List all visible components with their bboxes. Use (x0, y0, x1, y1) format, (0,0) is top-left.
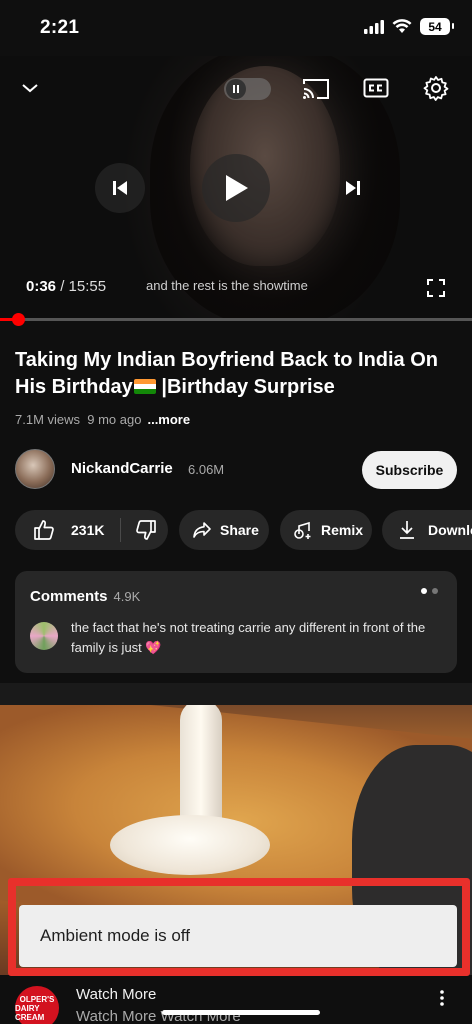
autoplay-pause-icon (226, 79, 246, 99)
thumbs-up-icon[interactable] (33, 519, 55, 541)
video-title[interactable]: Taking My Indian Boyfriend Back to India… (15, 347, 460, 401)
comments-card[interactable]: Comments 4.9K the fact that he's not trea… (15, 571, 457, 673)
ad-info-row[interactable]: OLPER'S DAIRY CREAM Watch More Watch More… (0, 976, 472, 1024)
thumbs-down-icon[interactable] (135, 519, 157, 541)
subtitle-caption: and the rest is the showtime (146, 278, 308, 293)
ad-title[interactable]: Watch More (76, 986, 156, 1003)
settings-button[interactable] (422, 74, 450, 102)
share-button[interactable]: Share (179, 510, 269, 550)
comments-title: Comments (30, 588, 108, 605)
play-icon (226, 175, 248, 201)
closed-captions-icon (363, 78, 389, 98)
channel-avatar[interactable] (15, 449, 55, 489)
top-comment: the fact that he's not treating carrie a… (71, 618, 441, 658)
channel-name[interactable]: NickandCarrie (71, 460, 173, 477)
video-duration: 15:55 (68, 278, 107, 295)
skip-previous-icon (113, 181, 127, 195)
india-flag-icon (133, 379, 156, 394)
download-button[interactable]: Downlo (382, 510, 472, 550)
skip-next-icon (346, 181, 360, 195)
gear-icon (423, 76, 449, 101)
captions-button[interactable] (362, 76, 390, 100)
sparkling-heart-icon: 💖 (145, 640, 162, 655)
current-time: 0:36 (26, 278, 57, 295)
carousel-dot (432, 588, 438, 594)
cream-dollop-image (110, 815, 270, 875)
time-separator: / (56, 278, 69, 295)
share-icon (193, 522, 211, 538)
home-indicator[interactable] (162, 1010, 320, 1015)
more-options-button[interactable] (434, 989, 450, 1007)
subscribe-button[interactable]: Subscribe (362, 451, 457, 489)
comments-header: Comments 4.9K (30, 588, 140, 605)
comments-count: 4.9K (113, 589, 141, 604)
battery-icon: 54 (420, 18, 454, 35)
status-time: 2:21 (40, 17, 80, 38)
like-count[interactable]: 231K (71, 522, 104, 538)
status-icons: 54 (364, 18, 454, 35)
download-label: Downlo (428, 522, 472, 538)
subscriber-count: 6.06M (188, 462, 225, 477)
video-title-tail: |Birthday Surprise (155, 376, 335, 398)
autoplay-toggle[interactable] (224, 78, 271, 100)
cast-icon (303, 79, 329, 99)
advertiser-logo-line1: OLPER'S (19, 994, 55, 1004)
cellular-signal-icon (364, 19, 384, 34)
progress-bar[interactable] (0, 313, 472, 326)
remix-button[interactable]: Remix (280, 510, 372, 550)
advertiser-logo-line2: DAIRY CREAM (15, 1003, 45, 1022)
remix-label: Remix (321, 522, 364, 538)
play-button[interactable] (202, 154, 270, 222)
view-count: 7.1M views (15, 412, 81, 427)
upload-age: 9 mo ago (87, 412, 142, 427)
minimize-button[interactable] (18, 76, 42, 100)
action-bar: 231K Share Remix Downlo (15, 510, 472, 550)
like-divider (120, 518, 122, 542)
like-dislike-pill: 231K (15, 510, 168, 550)
top-comment-text: the fact that he's not treating carrie a… (71, 620, 426, 655)
playback-time: 0:36 / 15:55 (26, 278, 106, 295)
fullscreen-icon (427, 279, 445, 297)
share-label: Share (220, 522, 259, 538)
status-bar: 2:21 54 (0, 0, 472, 56)
fullscreen-button[interactable] (424, 276, 448, 300)
more-link[interactable]: ...more (147, 412, 190, 427)
battery-level: 54 (428, 19, 442, 34)
carousel-dots (421, 588, 438, 594)
carousel-dot-active (421, 588, 427, 594)
toast-message: Ambient mode is off (40, 926, 190, 945)
remix-icon (294, 521, 311, 539)
advertiser-logo[interactable]: OLPER'S DAIRY CREAM (15, 986, 59, 1024)
previous-button[interactable] (95, 163, 145, 213)
section-divider (0, 683, 472, 705)
vertical-dots-icon (440, 990, 444, 1006)
ambient-mode-toast: Ambient mode is off (19, 905, 457, 967)
commenter-avatar (30, 622, 58, 650)
channel-row: NickandCarrie 6.06M Subscribe (15, 448, 457, 490)
video-player[interactable]: 0:36 / 15:55 and the rest is the showtim… (0, 56, 472, 318)
cast-button[interactable] (301, 76, 331, 102)
video-meta[interactable]: 7.1M views 9 mo ago ...more (15, 412, 190, 427)
next-button[interactable] (328, 163, 378, 213)
progress-scrubber[interactable] (12, 313, 25, 326)
download-icon (400, 521, 414, 539)
wifi-icon (392, 19, 412, 33)
chevron-down-icon (22, 84, 38, 93)
